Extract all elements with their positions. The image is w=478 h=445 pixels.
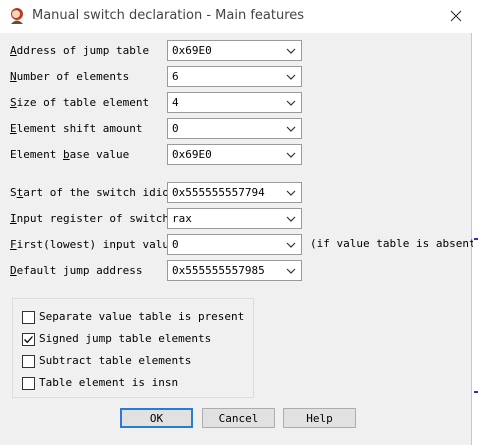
chevron-down-icon [286,48,296,54]
element-shift-amount-label: Element shift amount [10,122,143,135]
background-window-edge [473,0,478,445]
checkbox-unchecked[interactable] [22,377,35,390]
chevron-down-icon [286,152,296,158]
chevron-down-icon [286,268,296,274]
cancel-button[interactable]: Cancel [202,408,275,428]
checkbox-unchecked[interactable] [22,311,35,324]
address-of-jump-table-combo[interactable]: 0x69E0 [167,40,302,61]
number-of-elements-label: Number of elements [10,70,130,83]
size-of-table-element-label: Size of table element [10,96,150,109]
element-base-value-label: Element base value [10,148,130,161]
default-jump-address-combo[interactable]: 0x555555557985 [167,260,302,281]
chevron-down-icon [286,74,296,80]
checkbox-unchecked[interactable] [22,355,35,368]
start-of-switch-idiom-label: Start of the switch idiom [10,186,176,199]
chevron-down-icon [286,100,296,106]
close-icon [450,7,462,26]
chevron-down-icon [286,242,296,248]
background-link-mark [474,238,478,240]
checkbox-checked[interactable] [22,333,35,346]
chevron-down-icon [286,216,296,222]
address-of-jump-table-label: Address of jump table [10,44,150,57]
help-button[interactable]: Help [283,408,356,428]
ok-button[interactable]: OK [120,408,193,428]
default-jump-address-label: Default jump address [10,264,143,277]
element-base-value-combo[interactable]: 0x69E0 [167,144,302,165]
element-shift-amount-combo[interactable]: 0 [167,118,302,139]
input-register-label: Input register of switch [10,212,169,225]
first-input-value-label: First(lowest) input value [10,238,176,251]
number-of-elements-combo[interactable]: 6 [167,66,302,87]
window-title: Manual switch declaration - Main feature… [32,8,305,23]
background-link-mark [474,391,478,393]
dialog-window: Manual switch declaration - Main feature… [0,0,478,445]
first-input-value-combo[interactable]: 0 [167,234,302,255]
input-register-combo[interactable]: rax [167,208,302,229]
chevron-down-icon [286,126,296,132]
size-of-table-element-combo[interactable]: 4 [167,92,302,113]
app-icon [8,7,26,25]
chevron-down-icon [286,190,296,196]
value-table-note: (if value table is absent) [310,237,478,250]
title-bar: Manual switch declaration - Main feature… [0,0,472,33]
start-of-switch-idiom-combo[interactable]: 0x555555557794 [167,182,302,203]
checkmark-icon [24,336,33,344]
close-button[interactable] [440,0,472,33]
